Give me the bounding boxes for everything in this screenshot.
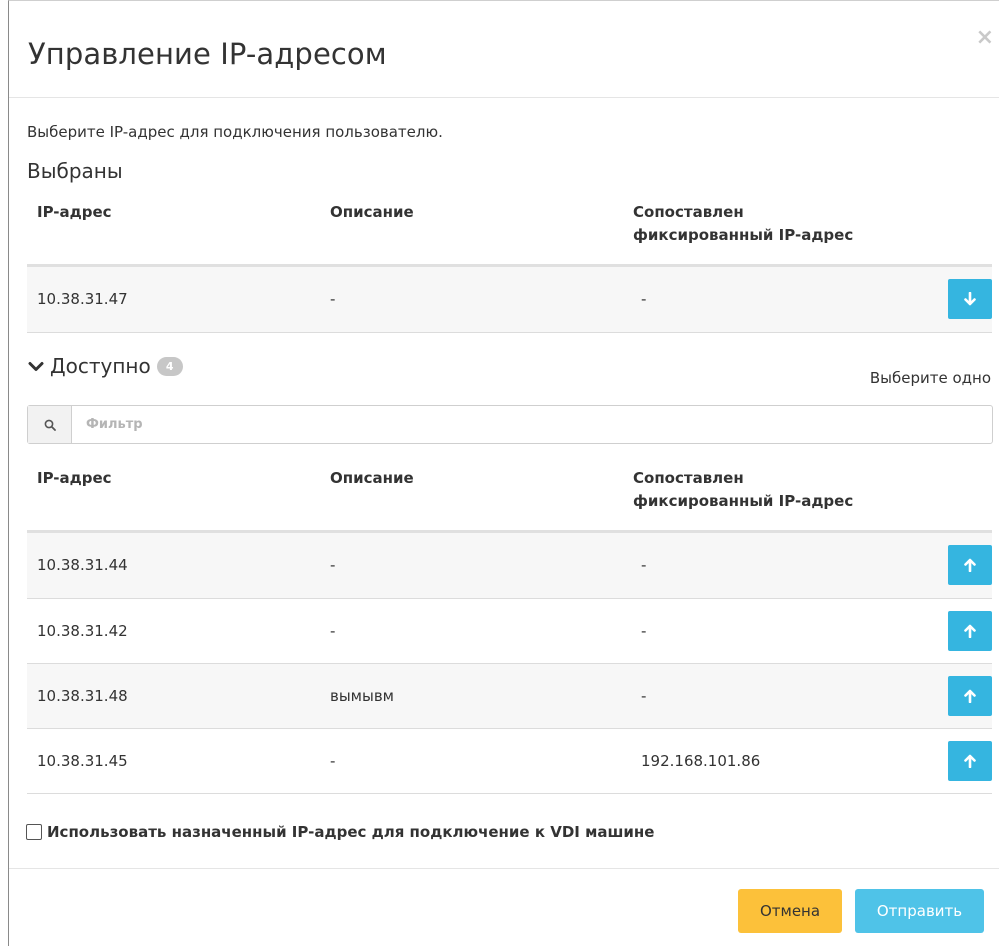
filter-box bbox=[27, 405, 993, 444]
col-header-fixed-ip: Сопоставлен фиксированный IP-адрес bbox=[633, 203, 854, 244]
table-row: 10.38.31.44 - - bbox=[27, 533, 992, 598]
use-assigned-ip-checkbox[interactable] bbox=[26, 824, 42, 840]
cell-ip: 10.38.31.45 bbox=[37, 751, 128, 770]
cell-fixed-ip: - bbox=[641, 621, 647, 640]
table-row: 10.38.31.42 - - bbox=[27, 598, 992, 663]
filter-input[interactable] bbox=[72, 406, 992, 443]
modal-title: Управление IP-адресом bbox=[28, 37, 387, 71]
available-section-header[interactable]: Доступно 4 bbox=[28, 354, 183, 378]
arrow-down-icon bbox=[964, 292, 976, 306]
cell-ip: 10.38.31.42 bbox=[37, 621, 128, 640]
cell-ip: 10.38.31.48 bbox=[37, 686, 128, 705]
chevron-down-icon bbox=[28, 354, 44, 378]
cell-fixed-ip: 192.168.101.86 bbox=[641, 751, 761, 770]
search-icon bbox=[28, 406, 72, 443]
select-button[interactable] bbox=[948, 675, 992, 716]
deselect-button[interactable] bbox=[948, 279, 992, 320]
close-icon[interactable]: × bbox=[976, 27, 994, 49]
cell-fixed-ip: - bbox=[641, 686, 647, 705]
cell-description: - bbox=[330, 751, 336, 770]
col-header-ip: IP-адрес bbox=[37, 469, 112, 487]
cell-description: - bbox=[330, 290, 336, 309]
modal-footer: Отмена Отправить bbox=[9, 868, 999, 947]
arrow-up-icon bbox=[964, 689, 976, 703]
available-table: IP-адрес Описание Сопоставлен фиксирован… bbox=[27, 467, 992, 794]
col-header-fixed-ip: Сопоставлен фиксированный IP-адрес bbox=[633, 469, 854, 510]
cell-description: - bbox=[330, 621, 336, 640]
select-button[interactable] bbox=[948, 610, 992, 651]
arrow-up-icon bbox=[964, 754, 976, 768]
available-section-title: Доступно bbox=[50, 354, 151, 378]
cell-ip: 10.38.31.47 bbox=[37, 290, 128, 309]
available-count-badge: 4 bbox=[156, 356, 183, 376]
table-row: 10.38.31.47 - - bbox=[27, 267, 992, 332]
arrow-up-icon bbox=[964, 624, 976, 638]
checkbox-label: Использовать назначенный IP-адрес для по… bbox=[47, 823, 655, 841]
cell-description: вымывм bbox=[330, 686, 394, 705]
submit-button[interactable]: Отправить bbox=[855, 889, 984, 933]
use-assigned-ip-option[interactable]: Использовать назначенный IP-адрес для по… bbox=[26, 823, 654, 841]
selected-section-title: Выбраны bbox=[27, 159, 123, 183]
modal-header: Управление IP-адресом × bbox=[9, 1, 999, 98]
cell-fixed-ip: - bbox=[641, 556, 647, 575]
choose-one-label: Выберите одно bbox=[869, 369, 991, 387]
col-header-description: Описание bbox=[330, 469, 414, 487]
intro-text: Выберите IP-адрес для подключения пользо… bbox=[27, 123, 443, 141]
manage-ip-modal: Управление IP-адресом × Выберите IP-адре… bbox=[8, 0, 999, 946]
cancel-button[interactable]: Отмена bbox=[738, 889, 842, 933]
table-row: 10.38.31.48 вымывм - bbox=[27, 663, 992, 728]
arrow-up-icon bbox=[964, 558, 976, 573]
col-header-description: Описание bbox=[330, 203, 414, 221]
select-button[interactable] bbox=[948, 545, 992, 586]
cell-ip: 10.38.31.44 bbox=[37, 556, 128, 575]
cell-fixed-ip: - bbox=[641, 290, 647, 309]
selected-table: IP-адрес Описание Сопоставлен фиксирован… bbox=[27, 201, 992, 333]
col-header-ip: IP-адрес bbox=[37, 203, 112, 221]
table-row: 10.38.31.45 - 192.168.101.86 bbox=[27, 728, 992, 793]
cell-description: - bbox=[330, 556, 336, 575]
select-button[interactable] bbox=[948, 740, 992, 781]
